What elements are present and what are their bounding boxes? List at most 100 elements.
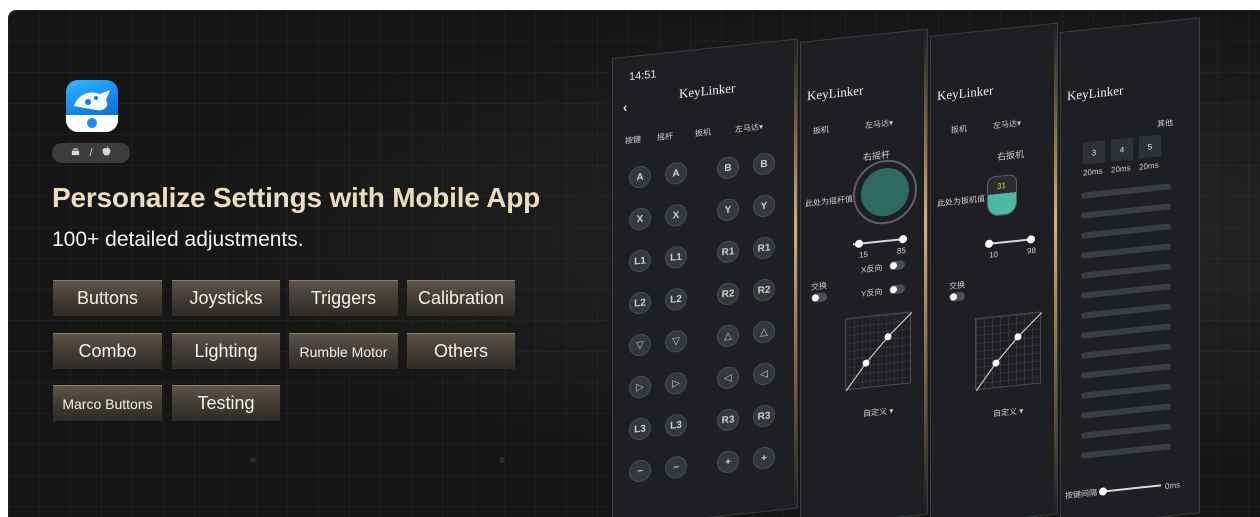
button-chip[interactable]: A <box>629 164 651 190</box>
button-chip[interactable]: A <box>665 161 687 186</box>
macro-cell[interactable]: 4 <box>1111 137 1133 162</box>
button-chip[interactable]: L1 <box>665 245 687 270</box>
tab-label[interactable]: 扳机 <box>695 127 711 140</box>
tag-joysticks[interactable]: Joysticks <box>172 280 280 316</box>
button-chip[interactable]: Y <box>753 193 775 219</box>
interval-slider-handle[interactable] <box>1099 487 1107 496</box>
tag-marco-buttons[interactable]: Marco Buttons <box>53 385 162 421</box>
tab-label[interactable]: 扳机 <box>813 124 829 137</box>
button-chip[interactable]: R3 <box>753 403 775 429</box>
tab-label[interactable]: 左马达▾ <box>735 121 763 135</box>
phone-screen-buttons: 14:51 KeyLinker ‹ 按键 摇杆 扳机 左马达▾ A A B B … <box>612 38 798 517</box>
swap-toggle[interactable] <box>811 292 827 303</box>
tag-combo[interactable]: Combo <box>53 333 162 369</box>
macro-bar <box>1081 283 1171 299</box>
tag-others[interactable]: Others <box>407 333 515 369</box>
macro-bar <box>1081 243 1171 259</box>
button-chip[interactable]: L3 <box>665 413 687 438</box>
interval-value: 0ms <box>1165 480 1181 491</box>
tag-buttons[interactable]: Buttons <box>53 280 162 316</box>
range-slider-min-handle[interactable] <box>855 239 863 249</box>
range-slider[interactable] <box>987 238 1031 246</box>
macro-bar <box>1081 403 1171 419</box>
tab-label[interactable]: 左马达▾ <box>865 117 893 131</box>
button-chip[interactable]: L2 <box>665 287 687 312</box>
invert-x-toggle[interactable] <box>889 259 905 271</box>
macro-time: 20ms <box>1111 163 1131 175</box>
response-curve-chart[interactable] <box>975 311 1043 392</box>
button-chip[interactable]: ◁ <box>717 365 739 390</box>
button-chip[interactable]: − <box>629 458 651 484</box>
grid-dot <box>499 457 505 463</box>
tab-label[interactable]: 扳机 <box>951 123 967 136</box>
response-curve-line <box>975 311 1043 392</box>
button-chip[interactable]: + <box>717 449 739 474</box>
macro-cell[interactable]: 3 <box>1083 140 1105 165</box>
button-chip[interactable]: △ <box>717 323 739 348</box>
button-chip[interactable]: R2 <box>717 281 739 306</box>
button-chip[interactable]: ▽ <box>629 332 651 358</box>
button-chip[interactable]: ▷ <box>629 374 651 400</box>
curve-mode-select[interactable]: 自定义 ▾ <box>993 405 1023 419</box>
macro-bar <box>1081 223 1171 239</box>
subline: 100+ detailed adjustments. <box>52 228 304 251</box>
macro-bar <box>1081 343 1171 359</box>
phone-glow-edge <box>794 39 797 508</box>
button-chip[interactable]: + <box>753 445 775 471</box>
tab-label[interactable]: 左马达▾ <box>993 117 1021 131</box>
button-chip[interactable]: L3 <box>629 416 651 442</box>
phone-glow-edge <box>924 29 927 514</box>
android-icon <box>70 146 81 160</box>
macro-time: 20ms <box>1083 166 1103 178</box>
button-chip[interactable]: B <box>753 151 775 177</box>
button-chip[interactable]: X <box>665 203 687 228</box>
button-chip[interactable]: ▷ <box>665 371 687 396</box>
button-chip[interactable]: ▽ <box>665 329 687 354</box>
macro-bar <box>1081 423 1171 439</box>
range-min-value: 10 <box>989 249 998 260</box>
button-chip[interactable]: R1 <box>753 235 775 261</box>
button-chip[interactable]: R2 <box>753 277 775 303</box>
range-slider-max-handle[interactable] <box>899 234 907 244</box>
button-chip[interactable]: Y <box>717 197 739 222</box>
swap-toggle[interactable] <box>949 291 965 303</box>
range-min-value: 15 <box>859 249 868 260</box>
button-chip[interactable]: B <box>717 155 739 180</box>
curve-mode-select[interactable]: 自定义 ▾ <box>863 405 893 419</box>
range-slider-min-handle[interactable] <box>985 239 993 249</box>
grid-dot <box>250 457 256 463</box>
others-tab-label[interactable]: 其他 <box>1157 117 1173 130</box>
tag-lighting[interactable]: Lighting <box>172 333 280 369</box>
phone-app-title: KeyLinker <box>679 80 736 101</box>
macro-bar <box>1081 383 1171 399</box>
tag-calibration[interactable]: Calibration <box>407 280 515 316</box>
range-slider-max-handle[interactable] <box>1027 234 1035 244</box>
button-chip[interactable]: L1 <box>629 248 651 274</box>
button-chip[interactable]: X <box>629 206 651 232</box>
tag-triggers[interactable]: Triggers <box>289 280 398 316</box>
macro-bar <box>1081 323 1171 339</box>
button-chip[interactable]: R3 <box>717 407 739 432</box>
phone-screen-joystick: KeyLinker 扳机 左马达▾ 右摇杆 此处为摇杆值 15 85 X反向 交… <box>800 28 928 517</box>
macro-time: 20ms <box>1139 160 1159 172</box>
button-chip[interactable]: ◁ <box>753 361 775 387</box>
button-chip[interactable]: △ <box>753 319 775 345</box>
tag-rumble-motor[interactable]: Rumble Motor <box>289 333 398 369</box>
tag-testing[interactable]: Testing <box>172 385 280 421</box>
invert-y-toggle[interactable] <box>889 283 905 295</box>
macro-cell[interactable]: 5 <box>1139 134 1161 159</box>
tab-label[interactable]: 摇杆 <box>657 131 673 144</box>
tab-label[interactable]: 按键 <box>625 134 641 147</box>
button-chip[interactable]: R1 <box>717 239 739 264</box>
macro-bar <box>1081 443 1171 459</box>
interval-slider[interactable] <box>1101 484 1161 493</box>
macro-bar <box>1081 263 1171 279</box>
macro-bar <box>1081 303 1171 319</box>
button-chip[interactable]: − <box>665 455 687 480</box>
invert-x-label: X反向 <box>861 263 883 275</box>
response-curve-chart[interactable] <box>845 311 913 392</box>
back-icon[interactable]: ‹ <box>623 99 627 114</box>
button-chip[interactable]: L2 <box>629 290 651 316</box>
range-max-value: 98 <box>1027 245 1036 256</box>
macro-bar <box>1081 183 1171 199</box>
